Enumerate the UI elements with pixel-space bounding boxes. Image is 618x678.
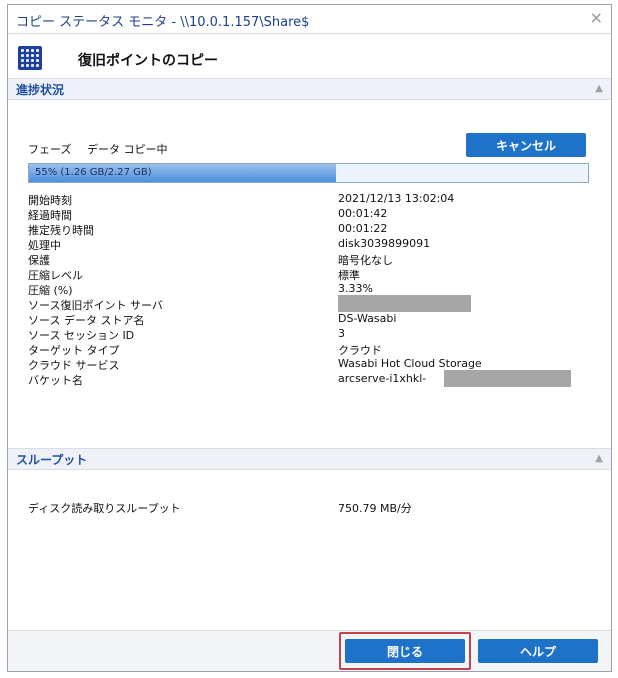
property-label: ソース データ ストア名 xyxy=(28,314,145,327)
property-value: 標準 xyxy=(338,269,360,282)
phase-row: フェーズ データ コピー中 xyxy=(28,141,179,157)
collapse-icon[interactable]: ▲ xyxy=(595,453,603,464)
help-button[interactable]: ヘルプ xyxy=(478,639,598,663)
collapse-icon[interactable]: ▲ xyxy=(595,83,603,94)
titlebar: コピー ステータス モニタ - \\10.0.1.157\Share$ × xyxy=(8,5,611,34)
property-label: 開始時刻 xyxy=(28,194,72,207)
properties-list: 開始時刻 2021/12/13 13:02:04 経過時間 00:01:42 推定残り時… xyxy=(28,192,588,387)
property-row: 圧縮 (%) 3.33% xyxy=(28,282,588,297)
redacted-block xyxy=(444,370,571,387)
property-value: 2021/12/13 13:02:04 xyxy=(338,192,455,205)
property-row: 保護 暗号化なし xyxy=(28,252,588,267)
disk-read-label: ディスク読み取りスループット xyxy=(28,502,181,515)
phase-label: フェーズ xyxy=(28,143,72,156)
property-label: ソース復旧ポイント サーバ xyxy=(28,299,163,312)
disk-read-value: 750.79 MB/分 xyxy=(338,502,412,515)
property-value: 3.33% xyxy=(338,282,373,295)
progress-section-header[interactable]: 進捗状況 ▲ xyxy=(8,78,611,100)
property-label: クラウド サービス xyxy=(28,359,120,372)
property-label: 圧縮 (%) xyxy=(28,284,73,297)
property-row: 開始時刻 2021/12/13 13:02:04 xyxy=(28,192,588,207)
property-row: 経過時間 00:01:42 xyxy=(28,207,588,222)
redacted-block xyxy=(338,295,471,312)
property-label: バケット名 xyxy=(28,374,83,387)
property-value: Wasabi Hot Cloud Storage xyxy=(338,357,482,370)
cancel-button[interactable]: キャンセル xyxy=(466,133,586,157)
throughput-section-header[interactable]: スループット ▲ xyxy=(8,448,611,470)
property-value: 3 xyxy=(338,327,345,340)
property-label: 経過時間 xyxy=(28,209,72,222)
dialog-body: 復旧ポイントのコピー 進捗状況 ▲ フェーズ データ コピー中 キャンセル 55… xyxy=(8,34,611,631)
property-label: 圧縮レベル xyxy=(28,269,83,282)
property-value: クラウド xyxy=(338,344,382,357)
close-button[interactable]: 閉じる xyxy=(345,639,465,663)
copy-status-dialog: コピー ステータス モニタ - \\10.0.1.157\Share$ × 復旧… xyxy=(7,4,612,672)
property-value: DS-Wasabi xyxy=(338,312,397,325)
property-row: 推定残り時間 00:01:22 xyxy=(28,222,588,237)
property-label: 保護 xyxy=(28,254,50,267)
close-icon[interactable]: × xyxy=(590,8,603,27)
page-title: 復旧ポイントのコピー xyxy=(78,53,218,69)
property-value: 暗号化なし xyxy=(338,254,393,267)
property-value: 00:01:42 xyxy=(338,207,388,220)
property-label: 推定残り時間 xyxy=(28,224,94,237)
phase-value: データ コピー中 xyxy=(86,143,168,156)
property-row: ソース セッション ID 3 xyxy=(28,327,588,342)
property-label: ソース セッション ID xyxy=(28,329,135,342)
throughput-row: ディスク読み取りスループット 750.79 MB/分 xyxy=(28,500,588,516)
property-row: バケット名 arcserve-i1xhkl- xyxy=(28,370,588,387)
property-row: ソース データ ストア名 DS-Wasabi xyxy=(28,312,588,327)
property-row: 処理中 disk3039899091 xyxy=(28,237,588,252)
property-value: 00:01:22 xyxy=(338,222,388,235)
throughput-section-title: スループット xyxy=(16,453,88,467)
dialog-footer: 閉じる ヘルプ xyxy=(8,630,611,671)
grid-icon xyxy=(18,46,42,70)
property-value: arcserve-i1xhkl- xyxy=(338,372,427,385)
property-row: 圧縮レベル 標準 xyxy=(28,267,588,282)
progress-section-title: 進捗状況 xyxy=(16,83,65,97)
property-label: ターゲット タイプ xyxy=(28,344,120,357)
property-row: ソース復旧ポイント サーバ xyxy=(28,295,588,312)
progress-text: 55% (1.26 GB/2.27 GB) xyxy=(35,167,152,178)
property-label: 処理中 xyxy=(28,239,61,252)
window-title: コピー ステータス モニタ - \\10.0.1.157\Share$ xyxy=(16,15,310,30)
property-value: disk3039899091 xyxy=(338,237,431,250)
property-row: ターゲット タイプ クラウド xyxy=(28,342,588,357)
progress-bar: 55% (1.26 GB/2.27 GB) xyxy=(28,163,589,183)
